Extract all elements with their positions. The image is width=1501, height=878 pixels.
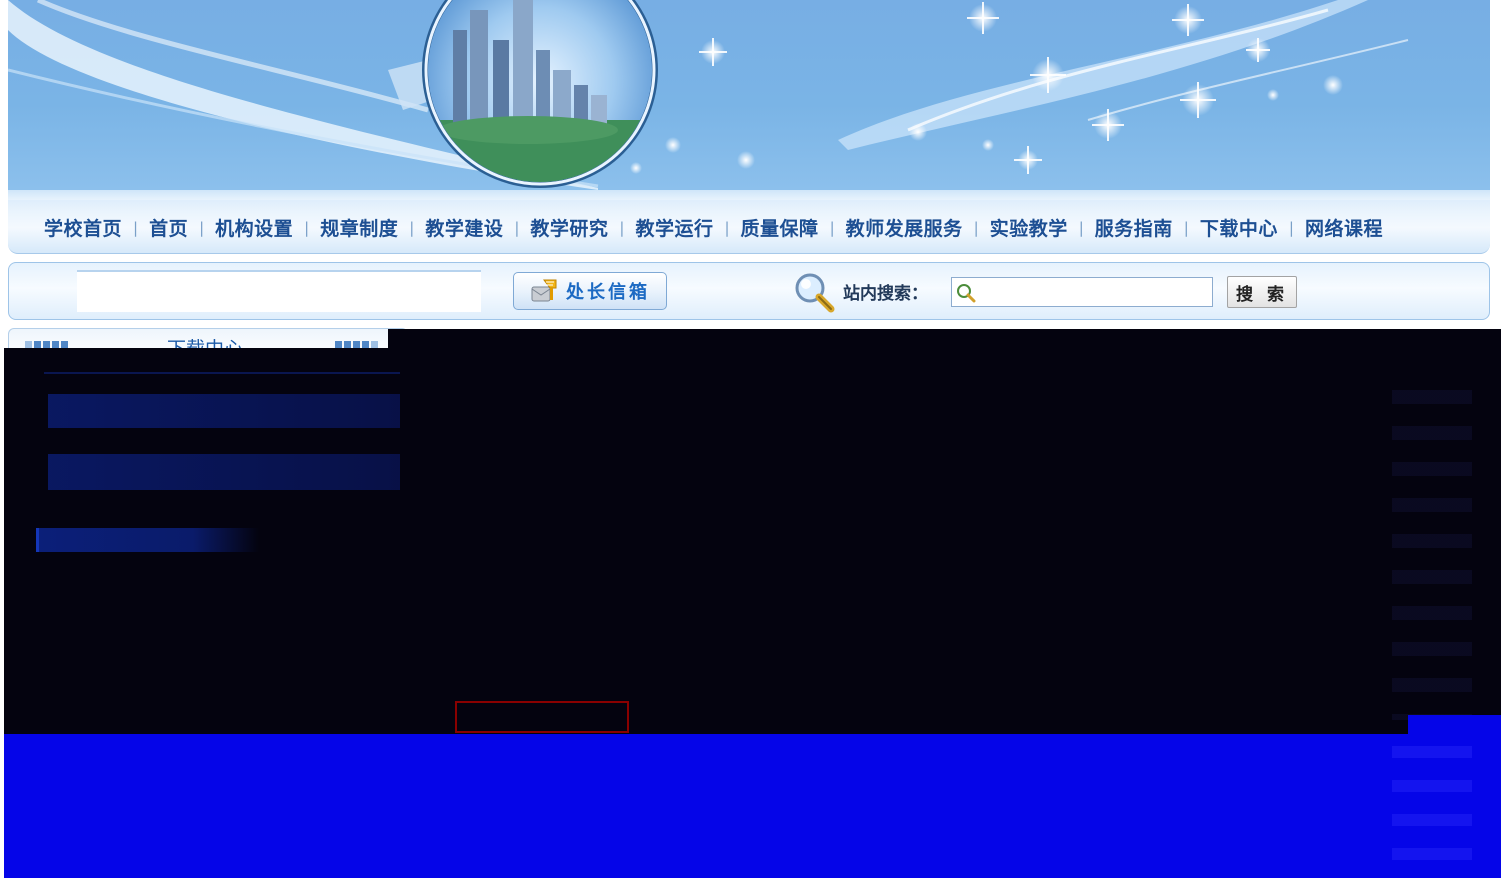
overlay-notch — [388, 329, 1501, 349]
header-banner — [8, 0, 1490, 190]
nav-item-school-home[interactable]: 学校首页 — [44, 214, 122, 241]
search-input-icon — [957, 284, 976, 303]
nav-item-regulations[interactable]: 规章制度 — [320, 214, 398, 241]
mailbox-icon — [531, 279, 557, 302]
nav-separator: | — [133, 218, 139, 237]
decor-squares-left — [25, 341, 68, 348]
notice-marquee — [77, 270, 481, 312]
nav-item-online-courses[interactable]: 网络课程 — [1305, 214, 1383, 241]
nav-item-lab-teaching[interactable]: 实验教学 — [990, 214, 1068, 241]
nav-top-stripe — [8, 190, 1490, 200]
nav-separator: | — [1078, 218, 1084, 237]
site-search-icon — [793, 271, 837, 313]
director-mailbox-button[interactable]: 处长信箱 — [513, 272, 667, 310]
blue-band-tab — [1408, 715, 1501, 735]
nav-separator: | — [973, 218, 979, 237]
overlay-block-1 — [48, 394, 400, 428]
nav-separator: | — [199, 218, 205, 237]
nav-separator: | — [409, 218, 415, 237]
nav-item-teaching-operation[interactable]: 教学运行 — [635, 214, 713, 241]
nav-separator: | — [1183, 218, 1189, 237]
nav-item-teaching-research[interactable]: 教学研究 — [530, 214, 608, 241]
nav-item-teaching-construction[interactable]: 教学建设 — [425, 214, 503, 241]
site-search-label: 站内搜索： — [843, 284, 928, 304]
director-mailbox-label: 处长信箱 — [566, 282, 650, 303]
nav-item-teacher-development[interactable]: 教师发展服务 — [846, 214, 963, 241]
page: 学校首页 | 首页 | 机构设置 | 规章制度 | 教学建设 | 教学研究 | … — [0, 0, 1501, 878]
overlay-tab — [36, 528, 259, 552]
blue-band-right-column — [1392, 746, 1472, 872]
main-nav: 学校首页 | 首页 | 机构设置 | 规章制度 | 教学建设 | 教学研究 | … — [44, 214, 1383, 241]
nav-separator: | — [619, 218, 625, 237]
nav-item-quality-assurance[interactable]: 质量保障 — [741, 214, 819, 241]
nav-item-organization[interactable]: 机构设置 — [215, 214, 293, 241]
search-button[interactable]: 搜 索 — [1227, 276, 1297, 308]
overlay-block-2 — [48, 454, 400, 490]
nav-separator: | — [1288, 218, 1294, 237]
banner-artwork — [8, 0, 1409, 190]
nav-separator: | — [829, 218, 835, 237]
search-input-box — [951, 277, 1213, 307]
magnifier-icon — [795, 273, 835, 313]
nav-separator: | — [304, 218, 310, 237]
decor-squares-right — [335, 341, 378, 348]
nav-separator: | — [724, 218, 730, 237]
highlight-box[interactable] — [455, 701, 629, 733]
search-input[interactable] — [978, 279, 1212, 307]
overlay-divider — [44, 372, 400, 374]
overlay-right-column — [1392, 390, 1472, 720]
blue-band — [4, 734, 1501, 878]
nav-item-download-center[interactable]: 下载中心 — [1200, 214, 1278, 241]
nav-separator: | — [514, 218, 520, 237]
main-nav-bar: 学校首页 | 首页 | 机构设置 | 规章制度 | 教学建设 | 教学研究 | … — [8, 190, 1490, 254]
nav-item-service-guide[interactable]: 服务指南 — [1095, 214, 1173, 241]
toolbar: 处长信箱 站内搜索： 搜 索 — [8, 262, 1490, 320]
nav-item-home[interactable]: 首页 — [149, 214, 188, 241]
